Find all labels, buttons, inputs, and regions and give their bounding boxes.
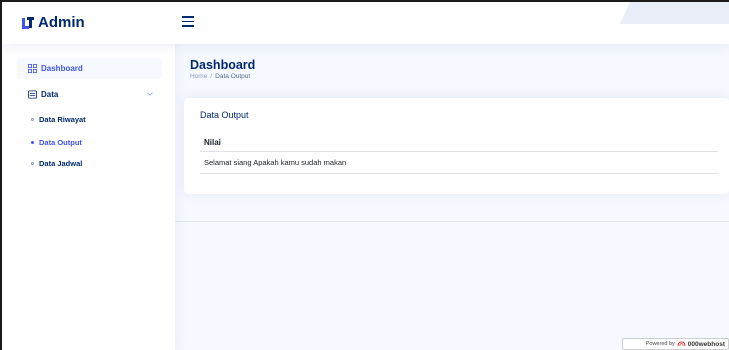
card-title: Data Output bbox=[200, 110, 249, 120]
table-cell: Selamat siang Apakah kamu sudah makan bbox=[200, 152, 718, 174]
app-title: Admin bbox=[38, 14, 85, 31]
breadcrumb-separator: / bbox=[210, 73, 213, 80]
sidebar-item-label: Data bbox=[41, 90, 59, 99]
webhost-logo-icon bbox=[677, 341, 686, 347]
breadcrumb-home[interactable]: Home bbox=[190, 73, 207, 80]
logo[interactable]: Admin bbox=[21, 14, 85, 31]
app-frame: Admin Dashboard Data Data Riwayat Data O… bbox=[0, 0, 729, 350]
table-header-nilai: Nilai bbox=[200, 133, 718, 152]
footer-divider bbox=[175, 221, 729, 222]
sidebar-subitem-data-output[interactable]: Data Output bbox=[31, 136, 82, 148]
menu-list-icon bbox=[28, 90, 37, 99]
chevron-down-icon bbox=[147, 92, 153, 96]
badge-brand: 000webhost bbox=[687, 340, 725, 348]
admin-logo-icon bbox=[22, 16, 34, 29]
powered-by-badge[interactable]: Powered by 000webhost bbox=[622, 338, 729, 350]
breadcrumb-current: Data Output bbox=[215, 73, 251, 80]
breadcrumb: Home / Data Output bbox=[190, 73, 250, 80]
sidebar-item-label: Dashboard bbox=[41, 64, 83, 73]
sidebar-item-data[interactable]: Data bbox=[17, 84, 162, 105]
sidebar-subitem-data-riwayat[interactable]: Data Riwayat bbox=[31, 113, 86, 125]
sidebar-subitem-label: Data Riwayat bbox=[39, 114, 86, 124]
top-header: Admin bbox=[2, 2, 729, 44]
bullet-icon bbox=[31, 161, 34, 165]
sidebar-item-dashboard[interactable]: Dashboard bbox=[17, 58, 162, 79]
badge-prefix: Powered by bbox=[645, 341, 675, 347]
sidebar: Dashboard Data Data Riwayat Data Output … bbox=[2, 44, 175, 350]
hamburger-icon[interactable] bbox=[182, 16, 194, 27]
page-title: Dashboard bbox=[190, 58, 256, 72]
data-output-card: Data Output Nilai Selamat siang Apakah k… bbox=[184, 98, 729, 194]
header-corner-decoration bbox=[619, 2, 729, 24]
bullet-icon bbox=[31, 117, 34, 121]
grid-icon bbox=[28, 64, 37, 73]
output-table: Nilai Selamat siang Apakah kamu sudah ma… bbox=[200, 133, 718, 174]
sidebar-subitem-data-jadwal[interactable]: Data Jadwal bbox=[31, 157, 82, 169]
sidebar-subitem-label: Data Jadwal bbox=[39, 158, 83, 168]
sidebar-subitem-label: Data Output bbox=[39, 137, 82, 147]
bullet-icon bbox=[31, 140, 34, 144]
